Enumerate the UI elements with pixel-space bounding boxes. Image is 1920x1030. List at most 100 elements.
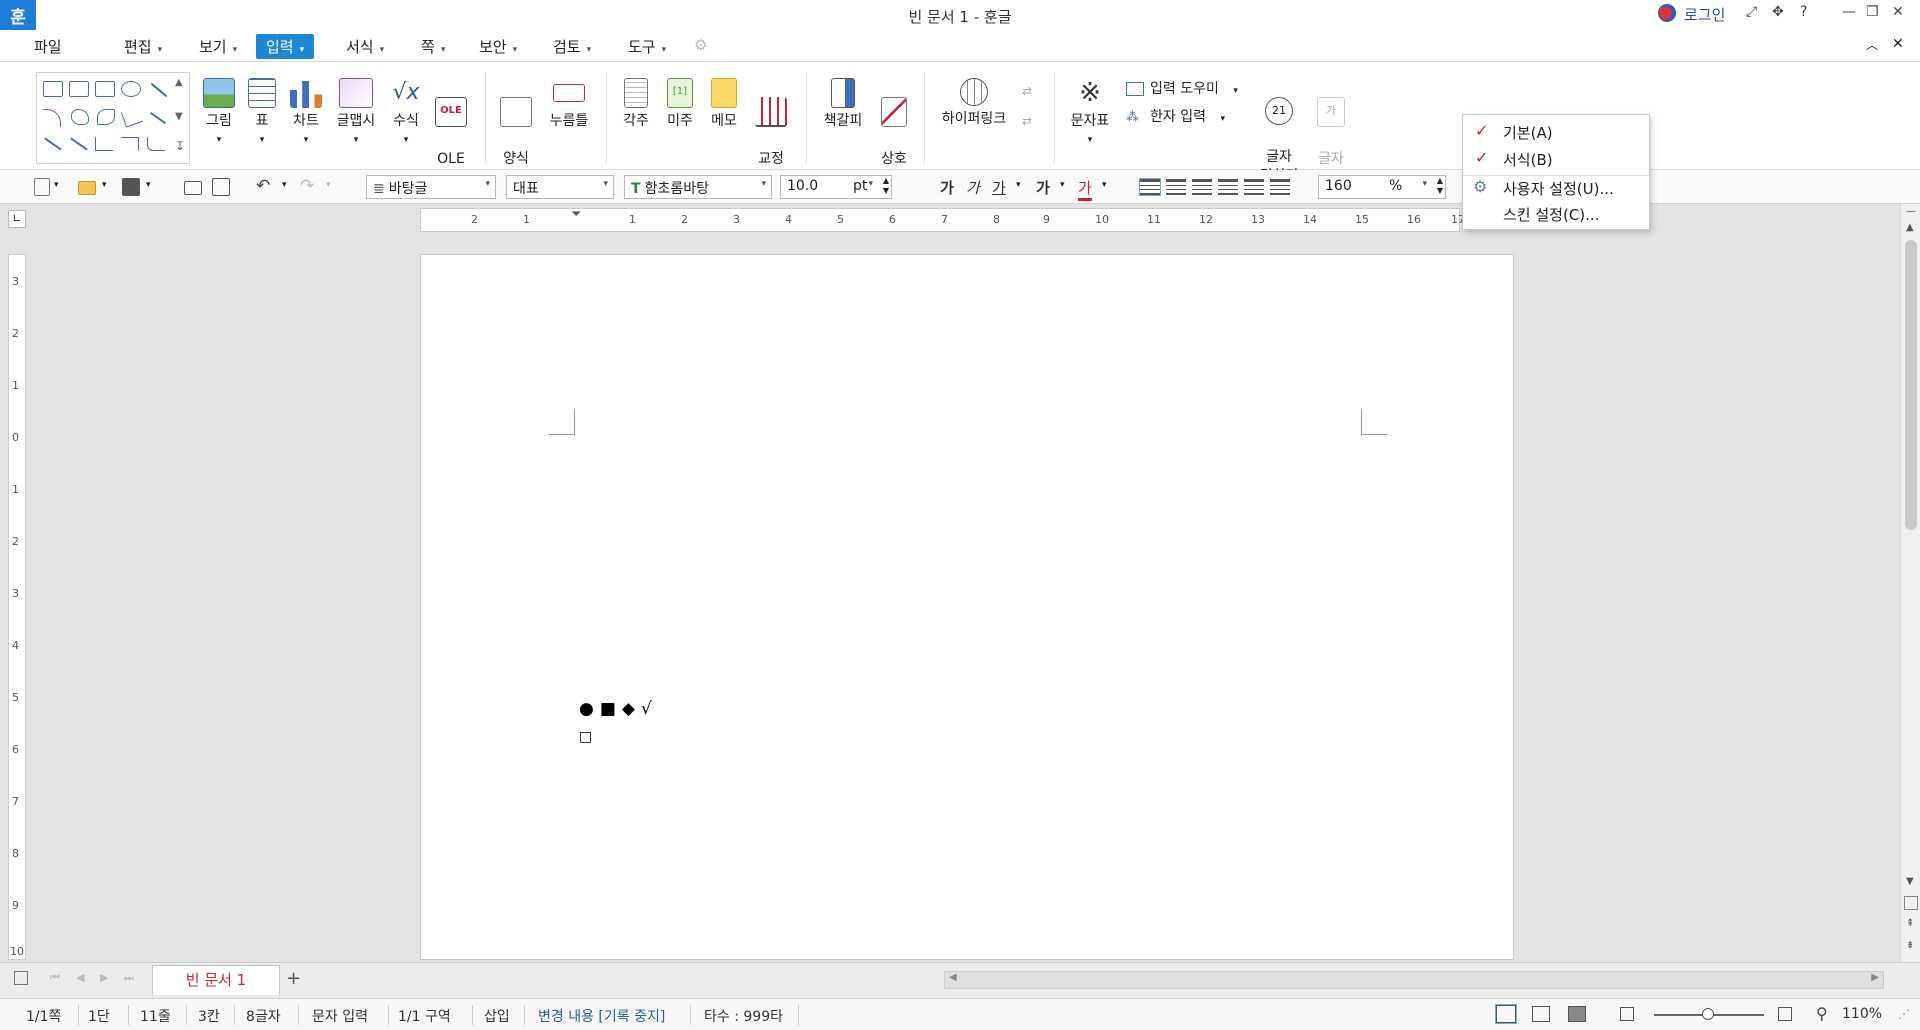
last-tab-icon[interactable]: ⏭	[124, 971, 134, 985]
vertical-scrollbar[interactable]: — ▲ ▼ ⇞ ⇟	[1900, 204, 1920, 962]
scroll-up-icon[interactable]: ▲	[175, 77, 183, 88]
scroll-top-icon[interactable]: —	[1906, 206, 1916, 217]
input-helper-button[interactable]: 입력 도우미 ▾	[1126, 78, 1238, 98]
magnifier-icon[interactable]: ⚲	[1816, 1004, 1828, 1023]
fit-width-icon[interactable]	[1532, 1006, 1550, 1022]
elbow2-shape-icon[interactable]	[121, 137, 139, 151]
horizontal-ruler[interactable]: 2 1 ⏷ 1 2 3 4 5 6 7 8 9 10 11 12 13 14 1…	[420, 207, 1465, 232]
page-view-icon[interactable]	[1904, 896, 1918, 910]
zoom-slider-handle[interactable]	[1702, 1008, 1714, 1020]
scroll-left-icon[interactable]: ◀	[949, 972, 957, 983]
textbox-shape-icon[interactable]	[43, 81, 63, 97]
fullscreen-icon[interactable]: ⤢	[1746, 4, 1757, 20]
full-page-icon[interactable]	[1568, 1006, 1586, 1022]
font-color-button[interactable]: 가	[1078, 177, 1092, 201]
chevron-down-icon[interactable]: ▾	[1060, 180, 1065, 190]
menu-item-skin-settings[interactable]: 스킨 설정(C)...	[1503, 204, 1599, 225]
help-icon[interactable]: ?	[1800, 4, 1807, 20]
pen-shape-icon[interactable]	[120, 106, 144, 128]
picture-button[interactable]: 그림 ▾	[200, 78, 238, 150]
normal-view-icon[interactable]	[1495, 1004, 1517, 1024]
bold-button[interactable]: 가	[940, 177, 954, 198]
redo-icon[interactable]: ↷	[300, 176, 314, 196]
chevron-down-icon[interactable]: ▾	[102, 180, 107, 190]
wordart-button[interactable]: 글맵시 ▾	[334, 78, 378, 150]
hanja-input-button[interactable]: ⁂ 한자 입력 ▾	[1126, 106, 1225, 126]
connector3-shape-icon[interactable]	[70, 137, 88, 151]
menu-tools[interactable]: 도구 ▾	[628, 36, 666, 57]
chevron-down-icon[interactable]: ▾	[146, 180, 151, 190]
close-icon[interactable]: ✕	[1892, 4, 1904, 20]
bookmark-button[interactable]: 책갈피	[818, 78, 868, 131]
symbol-button[interactable]: ※ 문자표 ▾	[1066, 78, 1114, 150]
font-select[interactable]: T 함초롬바탕 ▾	[624, 175, 772, 199]
minimize-icon[interactable]: —	[1842, 4, 1856, 20]
rect-shape-icon[interactable]	[95, 81, 115, 97]
undo-icon[interactable]: ↶	[256, 176, 270, 196]
zoom-out-icon[interactable]	[1620, 1007, 1634, 1021]
chevron-down-icon[interactable]: ▾	[282, 180, 287, 190]
polygon-shape-icon[interactable]	[71, 109, 89, 125]
close-doc-icon[interactable]: ✕	[1892, 36, 1904, 52]
menu-item-format[interactable]: 서식(B)	[1503, 149, 1553, 170]
document-text-line[interactable]: □	[579, 729, 592, 745]
horizontal-scrollbar[interactable]: ◀ ▶	[944, 971, 1884, 989]
style-select[interactable]: ≣ 바탕글 ▾	[366, 175, 496, 199]
elbow-shape-icon[interactable]	[95, 137, 113, 151]
align-left-icon[interactable]	[1166, 179, 1186, 195]
open-folder-icon[interactable]	[78, 181, 96, 195]
status-insert[interactable]: 삽입	[484, 1006, 510, 1026]
spin-icon[interactable]: ▲ ▼	[883, 176, 889, 196]
align-center-icon[interactable]	[1192, 179, 1212, 195]
ellipse-shape-icon[interactable]	[121, 81, 141, 97]
shape-gallery[interactable]: ▲ ▼ ↧	[36, 72, 190, 164]
table-button[interactable]: 표 ▾	[247, 78, 277, 150]
clickhere-button[interactable]: 누름틀	[546, 78, 592, 131]
save-icon[interactable]	[122, 178, 140, 196]
align-right-icon[interactable]	[1218, 179, 1238, 195]
font-size-input[interactable]: 10.0 pt ▾ ▲ ▼	[780, 175, 892, 199]
equation-button[interactable]: √x 수식 ▾	[386, 78, 426, 150]
align-split-icon[interactable]	[1270, 179, 1290, 195]
connector2-shape-icon[interactable]	[44, 137, 62, 151]
user-icon[interactable]	[1658, 4, 1676, 22]
document-tab[interactable]: 빈 문서 1	[152, 965, 280, 995]
indent-marker-icon[interactable]: ⏷	[571, 207, 581, 222]
vertical-ruler[interactable]: 3 2 1 0 1 2 3 4 5 6 7 8 9 10	[8, 254, 26, 960]
zoom-level[interactable]: 110%	[1842, 1006, 1882, 1022]
align-justify-icon[interactable]	[1139, 178, 1161, 196]
scroll-down-icon[interactable]: ▼	[1906, 876, 1914, 887]
link-next-icon[interactable]: ⇄	[1022, 114, 1032, 128]
extra-icon[interactable]: ⚙	[694, 36, 707, 54]
chevron-down-icon[interactable]: ▾	[54, 180, 59, 190]
connector-shape-icon[interactable]	[150, 112, 166, 124]
status-mode[interactable]: 문자 입력	[312, 1006, 368, 1026]
menu-input[interactable]: 입력 ▾	[256, 34, 315, 59]
document-page[interactable]: ●■◆√ □	[420, 254, 1514, 960]
chevron-down-icon[interactable]: ▾	[1102, 180, 1107, 190]
textbox2-shape-icon[interactable]	[69, 81, 89, 97]
menu-item-basic[interactable]: 기본(A)	[1503, 122, 1553, 143]
align-distribute-icon[interactable]	[1244, 179, 1264, 195]
chevron-down-icon[interactable]: ▾	[1016, 180, 1021, 190]
lang-select[interactable]: 대표 ▾	[506, 175, 614, 199]
first-tab-icon[interactable]: ⏮	[50, 971, 60, 985]
document-text-line[interactable]: ●■◆√	[579, 699, 658, 719]
scroll-up-icon[interactable]: ▲	[1906, 222, 1914, 233]
hyperlink-button[interactable]: 하이퍼링크	[936, 78, 1012, 129]
curve-shape-icon[interactable]	[97, 109, 115, 125]
resize-grip-icon[interactable]: ⋰	[1898, 1007, 1910, 1021]
arc-shape-icon[interactable]	[43, 109, 61, 127]
expand-icon[interactable]: ↧	[175, 139, 185, 153]
zoom-in-icon[interactable]	[1778, 1007, 1792, 1021]
move-icon[interactable]: ✥	[1772, 4, 1784, 20]
print-icon[interactable]	[184, 181, 202, 195]
preview-icon[interactable]	[212, 178, 230, 196]
scroll-down-icon[interactable]: ▼	[175, 111, 183, 122]
restore-icon[interactable]: ❐	[1866, 4, 1879, 20]
tab-type-icon[interactable]: ∟	[8, 210, 26, 228]
underline-button[interactable]: 가	[992, 177, 1006, 198]
line-shape-icon[interactable]	[150, 82, 168, 98]
menu-review[interactable]: 검토 ▾	[553, 36, 591, 57]
menu-page[interactable]: 쪽 ▾	[421, 36, 445, 57]
